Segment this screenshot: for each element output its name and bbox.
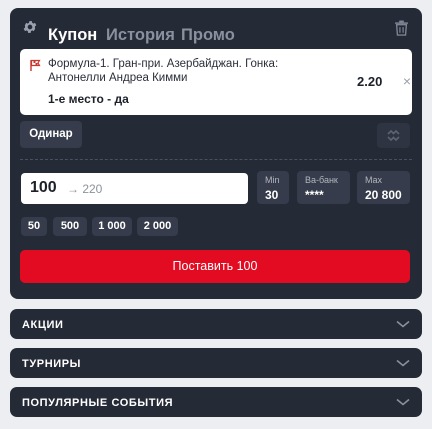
event-name: Формула-1. Гран-при. Азербайджан. Гонка:… — [48, 58, 279, 84]
section-popular-events[interactable]: ПОПУЛЯРНЫЕ СОБЫТИЯ — [10, 387, 422, 417]
quick-amount-2000[interactable]: 2 000 — [137, 217, 178, 236]
stake-input[interactable]: 100 → 220 — [21, 173, 248, 204]
section-title: ПОПУЛЯРНЫЕ СОБЫТИЯ — [22, 397, 174, 409]
bet-coupon: Купон История Промо Формула-1. Гран-при.… — [10, 8, 422, 299]
quick-amount-50[interactable]: 50 — [21, 217, 47, 236]
trash-icon[interactable] — [394, 20, 409, 36]
max-stake-button[interactable]: Max 20 800 — [357, 171, 410, 204]
chevron-down-icon — [396, 398, 410, 406]
close-icon[interactable]: × — [399, 73, 415, 89]
all-in-button[interactable]: Ва-банк **** — [297, 171, 350, 204]
divider — [20, 159, 412, 160]
section-title: АКЦИИ — [22, 319, 64, 331]
bet-type-single-button[interactable]: Одинар — [20, 121, 82, 148]
place-bet-button[interactable]: Поставить 100 — [20, 250, 410, 283]
bet-selection-card: Формула-1. Гран-при. Азербайджан. Гонка:… — [20, 49, 412, 115]
quick-amount-1000[interactable]: 1 000 — [92, 217, 132, 236]
all-in-label: Ва-банк — [305, 175, 338, 185]
chevron-down-icon — [396, 359, 410, 367]
min-stake-button[interactable]: Min 30 — [257, 171, 289, 204]
checkered-flag-icon — [30, 59, 41, 71]
min-value: 30 — [265, 188, 279, 202]
bet-odds: 2.20 — [357, 74, 383, 89]
all-in-value: **** — [305, 188, 324, 202]
potential-win: → 220 — [67, 182, 103, 196]
section-title: ТУРНИРЫ — [22, 358, 82, 370]
quick-amount-500[interactable]: 500 — [53, 217, 87, 236]
expand-coupon-button[interactable] — [377, 123, 410, 148]
expand-arrows-icon — [387, 129, 400, 142]
gear-icon[interactable] — [22, 19, 38, 35]
tab-coupon[interactable]: Купон — [48, 25, 97, 45]
section-tournaments[interactable]: ТУРНИРЫ — [10, 348, 422, 378]
section-promotions[interactable]: АКЦИИ — [10, 309, 422, 339]
chevron-down-icon — [396, 320, 410, 328]
tab-history[interactable]: История — [106, 25, 175, 45]
min-label: Min — [265, 175, 280, 185]
bet-outcome: 1-е место - да — [48, 92, 129, 106]
stake-value[interactable]: 100 — [30, 179, 57, 197]
tab-promo[interactable]: Промо — [181, 25, 235, 45]
max-value: 20 800 — [365, 188, 402, 202]
max-label: Max — [365, 175, 383, 185]
